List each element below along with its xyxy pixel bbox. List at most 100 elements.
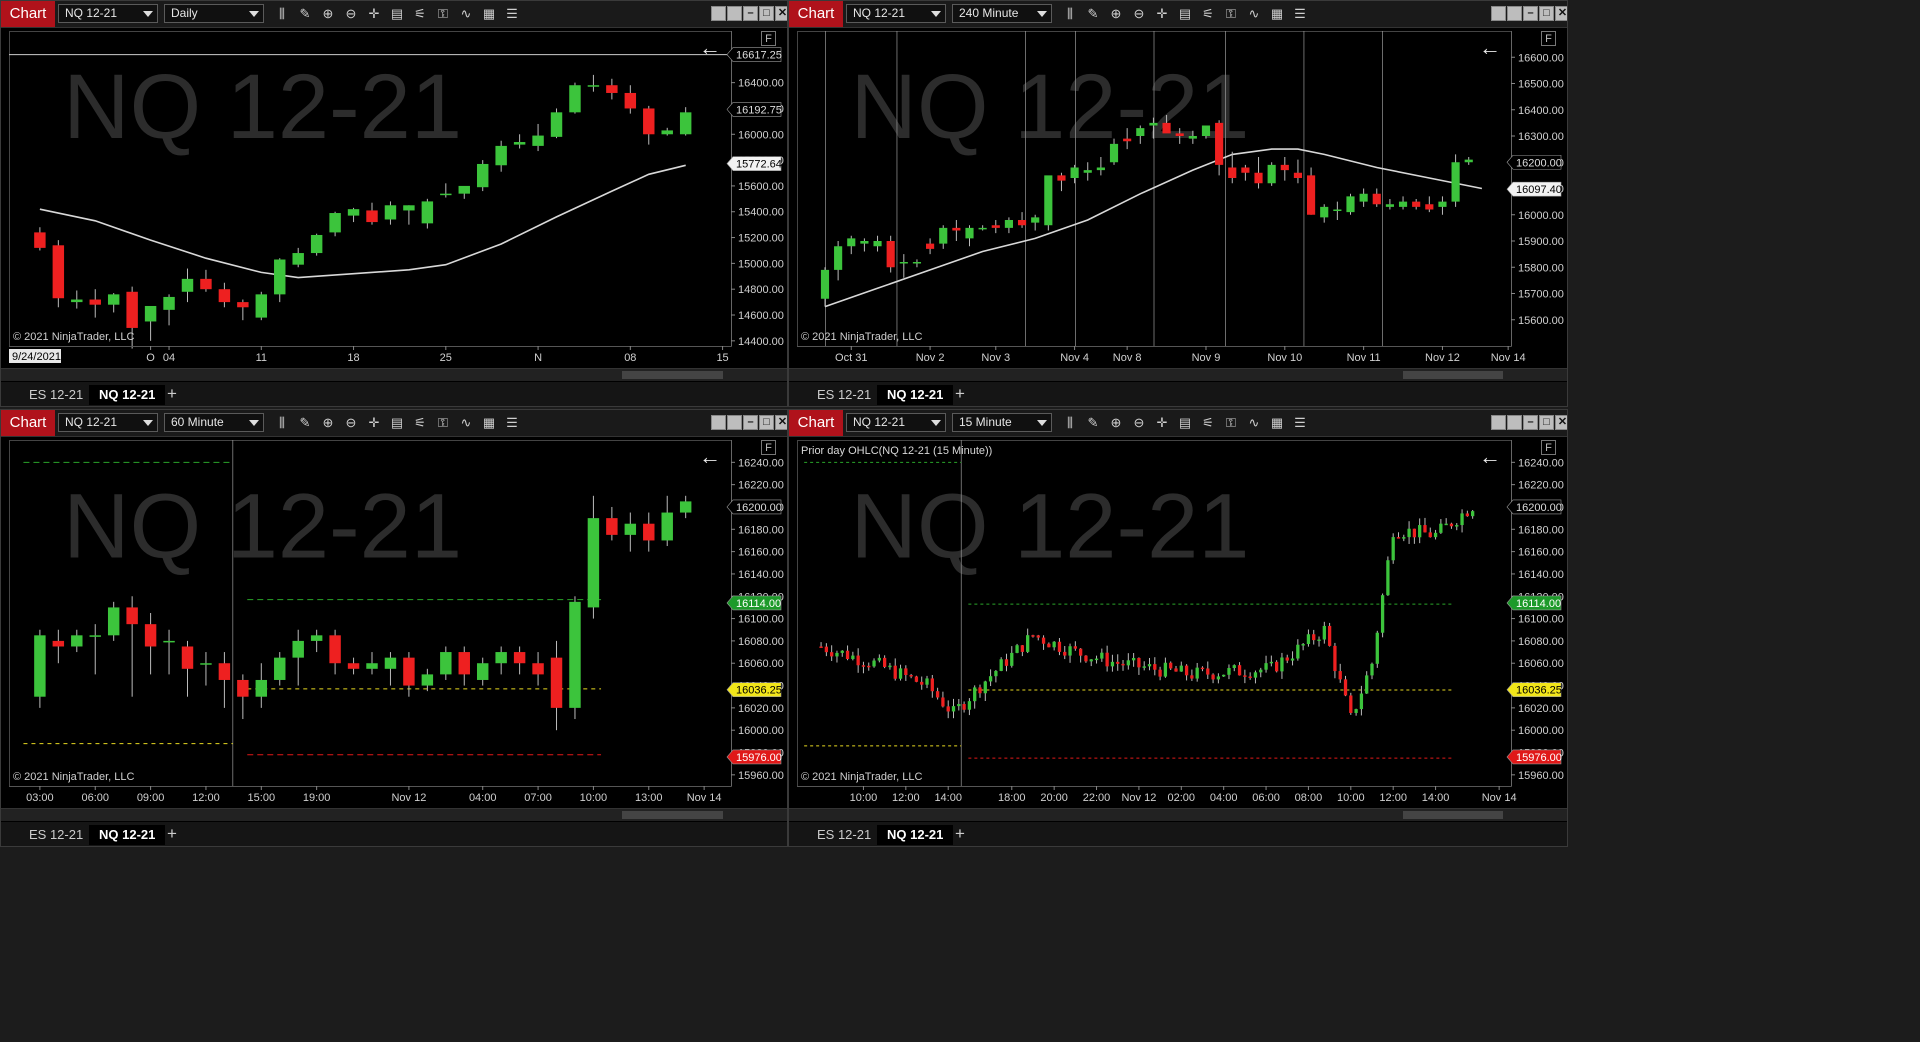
interval-select[interactable]: 240 Minute: [952, 4, 1052, 23]
bar-type-icon[interactable]: ⫼: [1061, 414, 1079, 432]
fast-properties-button[interactable]: F: [1541, 440, 1556, 455]
chart-plot-area[interactable]: NQ 12-21 14400.00 14600.00 14800.00 15000.00…: [9, 31, 787, 366]
maximize-button[interactable]: □: [759, 6, 774, 21]
scrollbar-thumb[interactable]: [1403, 371, 1503, 379]
tile-right-button[interactable]: [1507, 415, 1522, 430]
strategy-icon[interactable]: ⚿: [434, 5, 452, 23]
tile-left-button[interactable]: [711, 415, 726, 430]
tab-nq-12-21[interactable]: NQ 12-21: [877, 385, 954, 405]
minimize-button[interactable]: –: [743, 6, 758, 21]
zoom-out-icon[interactable]: ⊖: [342, 5, 360, 23]
properties-icon[interactable]: ⚟: [1199, 5, 1217, 23]
add-tab-icon[interactable]: +: [951, 824, 969, 844]
templates-icon[interactable]: ▦: [480, 5, 498, 23]
chart-plot-area[interactable]: NQ 12-2115960.0015980.0016000.0016020.00…: [9, 440, 787, 806]
maximize-button[interactable]: □: [1539, 415, 1554, 430]
crosshair-icon[interactable]: ✛: [365, 414, 383, 432]
price-chart[interactable]: NQ 12-2115960.0015980.0016000.0016020.00…: [797, 440, 1567, 806]
minimize-button[interactable]: –: [743, 415, 758, 430]
templates-icon[interactable]: ▦: [1268, 414, 1286, 432]
fast-properties-button[interactable]: F: [761, 440, 776, 455]
menu-list-icon[interactable]: ☰: [1291, 414, 1309, 432]
tile-left-button[interactable]: [1491, 415, 1506, 430]
add-tab-icon[interactable]: +: [951, 384, 969, 404]
zoom-in-icon[interactable]: ⊕: [319, 414, 337, 432]
tab-nq-12-21[interactable]: NQ 12-21: [877, 825, 954, 845]
price-chart[interactable]: NQ 12-21 14400.00 14600.00 14800.00 15000.00…: [9, 31, 787, 366]
add-tab-icon[interactable]: +: [163, 824, 181, 844]
close-button[interactable]: ✕: [1555, 6, 1567, 21]
back-arrow-icon[interactable]: ←: [1479, 446, 1501, 468]
instrument-select[interactable]: NQ 12-21: [58, 4, 158, 23]
price-chart[interactable]: NQ 12-21 15600.00 15700.00 15800.00 15900.00…: [797, 31, 1567, 366]
indicators-icon[interactable]: ∿: [1245, 5, 1263, 23]
instrument-select[interactable]: NQ 12-21: [846, 4, 946, 23]
crosshair-icon[interactable]: ✛: [1153, 414, 1171, 432]
fast-properties-button[interactable]: F: [761, 31, 776, 46]
horizontal-scrollbar[interactable]: [789, 368, 1567, 381]
properties-icon[interactable]: ⚟: [411, 5, 429, 23]
indicators-icon[interactable]: ∿: [457, 5, 475, 23]
bar-type-icon[interactable]: ⫼: [273, 414, 291, 432]
draw-pencil-icon[interactable]: ✎: [296, 5, 314, 23]
interval-select[interactable]: 60 Minute: [164, 413, 264, 432]
tile-left-button[interactable]: [1491, 6, 1506, 21]
strategy-icon[interactable]: ⚿: [1222, 5, 1240, 23]
data-box-icon[interactable]: ▤: [388, 5, 406, 23]
indicators-icon[interactable]: ∿: [457, 414, 475, 432]
zoom-out-icon[interactable]: ⊖: [1130, 414, 1148, 432]
templates-icon[interactable]: ▦: [1268, 5, 1286, 23]
menu-list-icon[interactable]: ☰: [503, 5, 521, 23]
horizontal-scrollbar[interactable]: [789, 808, 1567, 821]
strategy-icon[interactable]: ⚿: [1222, 414, 1240, 432]
fast-properties-button[interactable]: F: [1541, 31, 1556, 46]
maximize-button[interactable]: □: [759, 415, 774, 430]
tab-nq-12-21[interactable]: NQ 12-21: [89, 825, 166, 845]
zoom-out-icon[interactable]: ⊖: [1130, 5, 1148, 23]
minimize-button[interactable]: –: [1523, 415, 1538, 430]
strategy-icon[interactable]: ⚿: [434, 414, 452, 432]
back-arrow-icon[interactable]: ←: [699, 37, 721, 59]
tile-right-button[interactable]: [727, 415, 742, 430]
tile-left-button[interactable]: [711, 6, 726, 21]
chart-plot-area[interactable]: NQ 12-21 15600.00 15700.00 15800.00 15900.00…: [797, 31, 1567, 366]
data-box-icon[interactable]: ▤: [1176, 414, 1194, 432]
back-arrow-icon[interactable]: ←: [699, 446, 721, 468]
data-box-icon[interactable]: ▤: [1176, 5, 1194, 23]
price-chart[interactable]: NQ 12-2115960.0015980.0016000.0016020.00…: [9, 440, 787, 806]
close-button[interactable]: ✕: [1555, 415, 1567, 430]
zoom-in-icon[interactable]: ⊕: [1107, 414, 1125, 432]
crosshair-icon[interactable]: ✛: [365, 5, 383, 23]
menu-list-icon[interactable]: ☰: [503, 414, 521, 432]
bar-type-icon[interactable]: ⫼: [273, 5, 291, 23]
bar-type-icon[interactable]: ⫼: [1061, 5, 1079, 23]
horizontal-scrollbar[interactable]: [1, 808, 787, 821]
scrollbar-thumb[interactable]: [621, 371, 723, 379]
indicators-icon[interactable]: ∿: [1245, 414, 1263, 432]
zoom-out-icon[interactable]: ⊖: [342, 414, 360, 432]
tile-right-button[interactable]: [1507, 6, 1522, 21]
tab-nq-12-21[interactable]: NQ 12-21: [89, 385, 166, 405]
tab-es-12-21[interactable]: ES 12-21: [19, 825, 93, 845]
properties-icon[interactable]: ⚟: [1199, 414, 1217, 432]
maximize-button[interactable]: □: [1539, 6, 1554, 21]
properties-icon[interactable]: ⚟: [411, 414, 429, 432]
close-button[interactable]: ✕: [775, 6, 787, 21]
close-button[interactable]: ✕: [775, 415, 787, 430]
tab-es-12-21[interactable]: ES 12-21: [807, 825, 881, 845]
interval-select[interactable]: Daily: [164, 4, 264, 23]
crosshair-icon[interactable]: ✛: [1153, 5, 1171, 23]
scrollbar-thumb[interactable]: [621, 811, 723, 819]
back-arrow-icon[interactable]: ←: [1479, 37, 1501, 59]
menu-list-icon[interactable]: ☰: [1291, 5, 1309, 23]
draw-pencil-icon[interactable]: ✎: [1084, 414, 1102, 432]
tile-right-button[interactable]: [727, 6, 742, 21]
zoom-in-icon[interactable]: ⊕: [1107, 5, 1125, 23]
draw-pencil-icon[interactable]: ✎: [296, 414, 314, 432]
templates-icon[interactable]: ▦: [480, 414, 498, 432]
interval-select[interactable]: 15 Minute: [952, 413, 1052, 432]
instrument-select[interactable]: NQ 12-21: [846, 413, 946, 432]
chart-plot-area[interactable]: NQ 12-2115960.0015980.0016000.0016020.00…: [797, 440, 1567, 806]
instrument-select[interactable]: NQ 12-21: [58, 413, 158, 432]
horizontal-scrollbar[interactable]: [1, 368, 787, 381]
